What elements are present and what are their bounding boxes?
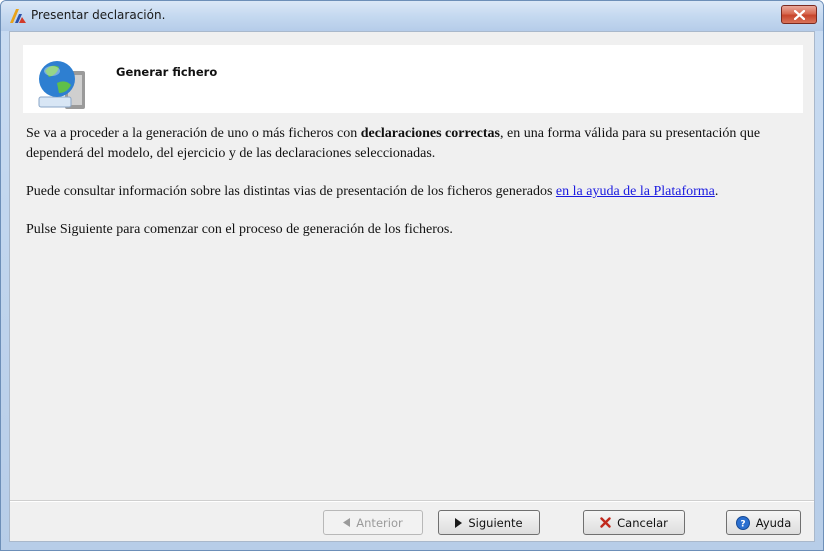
bold-text: declaraciones correctas bbox=[360, 126, 500, 141]
header-title: Generar fichero bbox=[116, 65, 218, 79]
divider bbox=[10, 500, 814, 502]
ayuda-button[interactable]: ? Ayuda bbox=[726, 510, 801, 535]
description-text: Se va a proceder a la generación de uno … bbox=[26, 124, 796, 258]
app-logo-icon bbox=[10, 9, 26, 23]
window-title: Presentar declaración. bbox=[31, 8, 166, 22]
help-icon: ? bbox=[735, 515, 750, 530]
paragraph-3: Pulse Siguiente para comenzar con el pro… bbox=[26, 222, 453, 237]
dialog-content: Generar fichero Se va a proceder a la ge… bbox=[9, 31, 815, 542]
cancel-icon bbox=[600, 517, 611, 528]
close-icon bbox=[794, 10, 805, 20]
title-bar: Presentar declaración. bbox=[1, 1, 823, 31]
cancelar-button[interactable]: Cancelar bbox=[583, 510, 685, 535]
paragraph-2: Puede consultar información sobre las di… bbox=[26, 184, 719, 199]
paragraph-1: Se va a proceder a la generación de uno … bbox=[26, 126, 761, 161]
close-button[interactable] bbox=[781, 5, 817, 24]
siguiente-button[interactable]: Siguiente bbox=[438, 510, 540, 535]
header-panel: Generar fichero bbox=[23, 45, 803, 113]
arrow-right-icon bbox=[455, 517, 463, 528]
globe-computer-icon bbox=[38, 61, 85, 109]
anterior-button[interactable]: Anterior bbox=[323, 510, 423, 535]
dialog-window: Presentar declaración. Generar fichero S… bbox=[0, 0, 824, 551]
svg-text:?: ? bbox=[740, 519, 745, 529]
help-link[interactable]: en la ayuda de la Plataforma bbox=[556, 184, 715, 199]
arrow-left-icon bbox=[343, 518, 351, 527]
